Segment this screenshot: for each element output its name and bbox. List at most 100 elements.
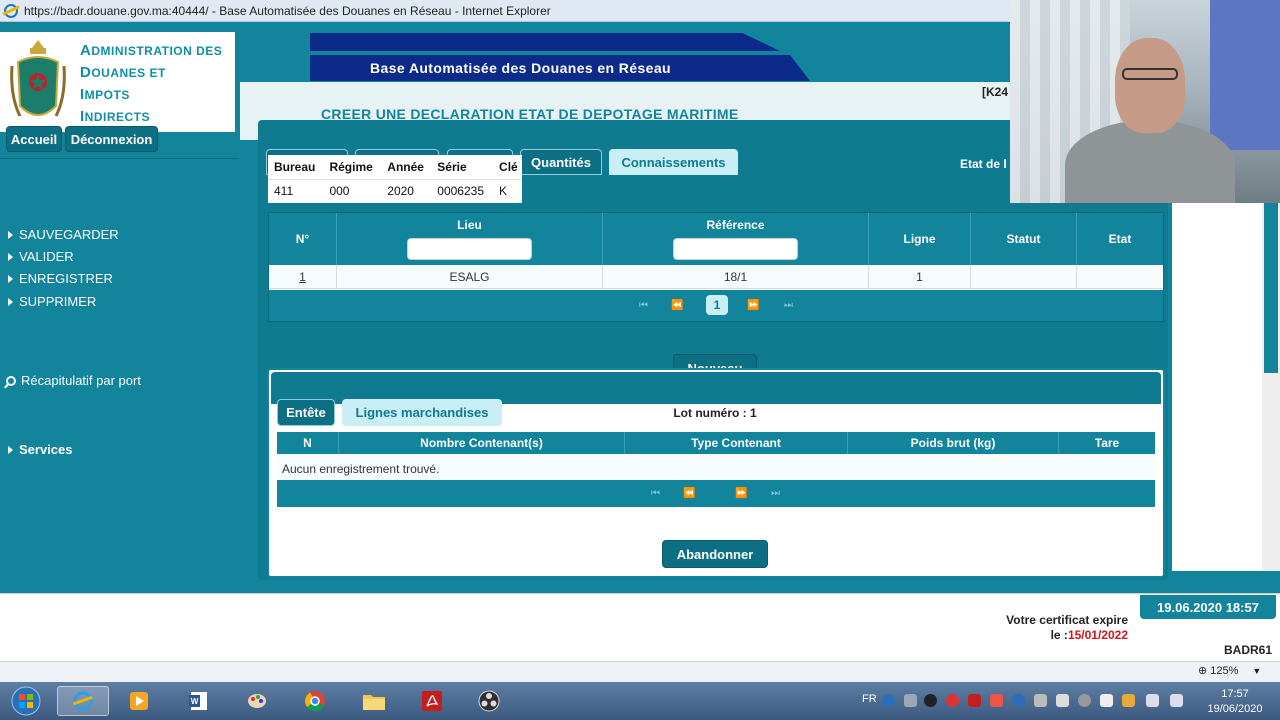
- scrollbar-thumb[interactable]: [1264, 203, 1278, 373]
- certificate-expiry-line2: le :15/01/2022: [1050, 628, 1128, 642]
- next-page-icon[interactable]: ⏩: [747, 300, 759, 311]
- ref-header-regime: Régime: [329, 159, 373, 174]
- obs-tray-icon[interactable]: [924, 694, 937, 707]
- zoom-icon: ⊕: [1198, 665, 1208, 677]
- acrobat-icon: [422, 691, 442, 711]
- reference-filter-input[interactable]: [673, 238, 798, 260]
- col-header-lieu: Lieu: [337, 213, 603, 265]
- start-button[interactable]: [0, 686, 52, 716]
- ref-header-cle: Clé: [499, 159, 518, 174]
- caret-right-icon: [8, 297, 13, 306]
- last-page-icon[interactable]: ⏭: [784, 300, 793, 311]
- usb-icon[interactable]: [1034, 694, 1047, 707]
- taskbar-acrobat[interactable]: [406, 686, 458, 716]
- shield-icon[interactable]: [1078, 694, 1091, 707]
- taskbar-time[interactable]: 17:57: [1200, 688, 1270, 700]
- sidebar-item-supprimer[interactable]: SUPPRIMER: [8, 294, 96, 309]
- user-code: [K24: [982, 85, 1009, 99]
- table-row[interactable]: 1 ESALG 18/1 1: [269, 265, 1163, 289]
- caret-right-icon: [8, 252, 13, 261]
- sidebar-item-services[interactable]: Services: [8, 442, 73, 457]
- row-reference: 18/1: [603, 265, 869, 289]
- taskbar-internet-explorer[interactable]: [57, 686, 109, 716]
- col-header-type-contenant: Type Contenant: [625, 432, 848, 454]
- network-icon[interactable]: [1170, 694, 1183, 707]
- grid-header: N° Lieu Référence Ligne Statut Etat: [269, 213, 1163, 265]
- chevron-down-icon: ▼: [1252, 665, 1262, 676]
- abandonner-button[interactable]: Abandonner: [662, 540, 768, 568]
- taskbar-date[interactable]: 19/06/2020: [1200, 703, 1270, 715]
- volume-icon[interactable]: [1146, 694, 1159, 707]
- sidebar-item-sauvegarder[interactable]: SAUVEGARDER: [8, 227, 119, 242]
- ref-value-cle: K: [493, 178, 522, 203]
- col-header-n: N: [277, 432, 339, 454]
- col-header-ligne: Ligne: [869, 213, 971, 265]
- col-header-nombre-contenants: Nombre Contenant(s): [339, 432, 625, 454]
- next-page-icon[interactable]: ⏩: [735, 488, 747, 499]
- col-header-reference: Référence: [603, 213, 869, 265]
- taskbar-media-player[interactable]: [113, 686, 165, 716]
- contenants-grid: N Nombre Contenant(s) Type Contenant Poi…: [277, 432, 1155, 507]
- flag-icon[interactable]: [1100, 694, 1113, 707]
- acrobat-tray-icon[interactable]: [968, 694, 981, 707]
- help-icon[interactable]: [882, 694, 895, 707]
- taskbar-obs[interactable]: [463, 686, 515, 716]
- prev-page-icon[interactable]: ⏪: [671, 300, 683, 311]
- banner-title: Base Automatisée des Douanes en Réseau: [310, 55, 810, 81]
- sidebar-item-enregistrer[interactable]: ENREGISTRER: [8, 271, 113, 286]
- media-player-icon: [130, 692, 148, 710]
- antivirus-icon[interactable]: [946, 694, 959, 707]
- sidebar-item-recapitulatif[interactable]: Récapitulatif par port: [6, 373, 141, 388]
- caret-right-icon: [8, 445, 13, 454]
- declaration-reference-table: Bureau Régime Année Série Clé 411 000 20…: [268, 155, 522, 203]
- organization-name: ADMINISTRATION DES DOUANES ET IMPOTS IND…: [80, 42, 223, 125]
- server-code: BADR61: [1224, 643, 1273, 657]
- tab-connaissements[interactable]: Connaissements: [609, 149, 738, 175]
- accueil-button[interactable]: Accueil: [6, 126, 62, 152]
- bluetooth-icon[interactable]: [1012, 694, 1025, 707]
- row-numero-link[interactable]: 1: [269, 265, 337, 289]
- action-center-icon[interactable]: [1122, 694, 1135, 707]
- last-page-icon[interactable]: ⏭: [771, 488, 780, 499]
- row-ligne: 1: [869, 265, 971, 289]
- ref-value-bureau: 411: [268, 178, 324, 203]
- hand-icon[interactable]: [1056, 694, 1069, 707]
- first-page-icon[interactable]: ⏮: [651, 488, 660, 499]
- internet-explorer-icon: [72, 691, 93, 711]
- current-page-button[interactable]: 1: [706, 295, 728, 315]
- caret-right-icon: [8, 274, 13, 283]
- obs-icon: [478, 690, 500, 712]
- lieu-filter-input[interactable]: [407, 238, 532, 260]
- taskbar-paint[interactable]: [231, 686, 283, 716]
- tab-quantites[interactable]: Quantités: [520, 149, 602, 175]
- prev-page-icon[interactable]: ⏪: [683, 488, 695, 499]
- col-header-numero: N°: [269, 213, 337, 265]
- update-icon[interactable]: [990, 694, 1003, 707]
- word-icon: W: [189, 692, 207, 710]
- webcam-overlay: [1010, 0, 1280, 203]
- certificate-expiry-line1: Votre certificat expire: [1006, 613, 1128, 627]
- page-margin: [1172, 181, 1262, 571]
- page-footer: [0, 593, 1280, 661]
- app-banner: Base Automatisée des Douanes en Réseau: [310, 33, 810, 81]
- taskbar-chrome[interactable]: [289, 686, 341, 716]
- deconnexion-button[interactable]: Déconnexion: [65, 126, 158, 152]
- server-datetime: 19.06.2020 18:57: [1140, 595, 1276, 619]
- zoom-control[interactable]: ⊕ 125% ▼: [1198, 664, 1262, 678]
- sidebar: [0, 158, 239, 571]
- keyboard-icon[interactable]: [904, 694, 917, 707]
- sidebar-item-valider[interactable]: VALIDER: [8, 249, 74, 264]
- language-indicator[interactable]: FR: [862, 693, 877, 705]
- etat-label: Etat de l: [960, 157, 1007, 171]
- paint-icon: [248, 694, 266, 708]
- connaissements-grid: N° Lieu Référence Ligne Statut Etat 1 ES…: [268, 212, 1164, 322]
- taskbar-file-explorer[interactable]: [348, 686, 400, 716]
- contenants-grid-pager: ⏮ ⏪ ⏩ ⏭: [277, 480, 1155, 507]
- first-page-icon[interactable]: ⏮: [639, 300, 648, 311]
- certificate-expiry-date: 15/01/2022: [1067, 628, 1128, 642]
- caret-right-icon: [8, 230, 13, 239]
- page-scrollbar[interactable]: [1262, 181, 1280, 571]
- lot-number-label: Lot numéro : 1: [673, 406, 757, 420]
- internet-explorer-icon: [4, 3, 18, 18]
- taskbar-word[interactable]: W: [173, 686, 225, 716]
